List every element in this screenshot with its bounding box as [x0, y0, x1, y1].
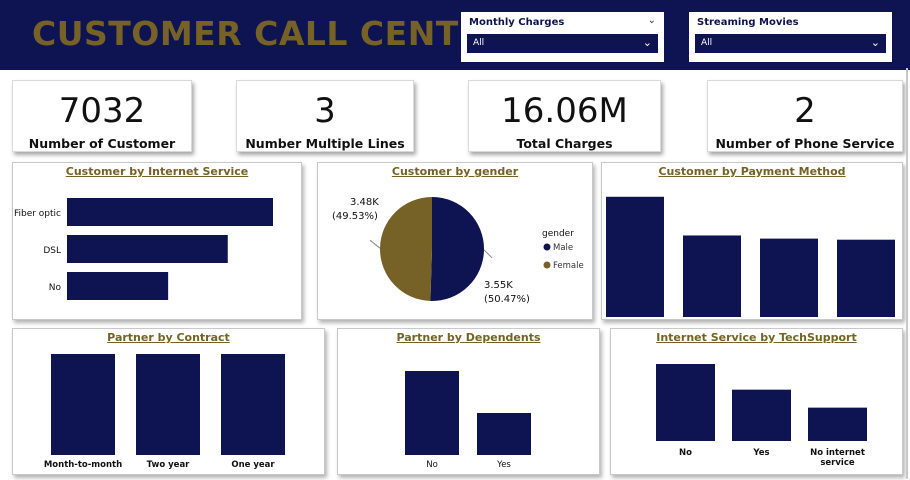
bar-category-label: service	[820, 458, 855, 468]
legend-marker	[543, 243, 551, 251]
bar-category-label: No	[49, 283, 62, 293]
bar	[67, 198, 273, 226]
slice-percent-label: (49.53%)	[332, 211, 378, 222]
header-bar: CUSTOMER CALL CENTRE Monthly Charges ⌄ A…	[0, 0, 910, 70]
bar	[760, 238, 818, 317]
kpi-card-multiple-lines: 3 Number Multiple Lines	[236, 80, 414, 152]
legend-title: gender	[542, 229, 574, 239]
slicer-monthly-charges[interactable]: Monthly Charges ⌄ All ⌄	[461, 12, 664, 62]
legend-marker	[543, 261, 551, 269]
chevron-down-icon[interactable]: ⌄	[643, 36, 652, 49]
bar	[405, 371, 459, 455]
bar-category-label: DSL	[43, 246, 61, 256]
kpi-label: Number of Customer	[28, 136, 176, 151]
bar-category-label: No	[426, 460, 438, 470]
bar	[67, 272, 169, 300]
legend-item: Female	[553, 261, 584, 271]
bar-category-label: No	[679, 448, 692, 458]
kpi-label: Number Multiple Lines	[245, 136, 405, 151]
chart-title: Customer by Payment Method	[658, 165, 846, 178]
partner-dependents-bar-chart: No Yes	[405, 371, 531, 470]
slicer-label: Streaming Movies	[697, 17, 799, 28]
chevron-down-icon[interactable]: ⌄	[648, 15, 656, 26]
slicer-label: Monthly Charges	[469, 17, 565, 28]
page-title: CUSTOMER CALL CENTRE	[32, 14, 508, 53]
kpi-value: 16.06M	[501, 91, 628, 131]
kpi-card-total-charges: 16.06M Total Charges	[468, 80, 661, 152]
internet-service-bar-chart: Fiber optic DSL No	[14, 198, 273, 300]
dropdown-value: All	[701, 38, 713, 48]
bar-category-label: Yes	[752, 448, 769, 458]
bar	[606, 196, 664, 317]
bar-category-label: Month-to-month	[44, 460, 122, 470]
chart-techsupport: Internet Service by TechSupport No Yes No …	[610, 328, 903, 475]
leader-line	[483, 249, 493, 259]
kpi-value: 3	[314, 91, 336, 131]
chart-title: Customer by Internet Service	[65, 165, 249, 178]
slicer-streaming-movies[interactable]: Streaming Movies All ⌄	[689, 12, 892, 62]
payment-method-bar-chart	[606, 196, 895, 317]
chevron-down-icon[interactable]: ⌄	[871, 36, 880, 49]
chart-partner-dependents: Partner by Dependents No Yes	[337, 328, 600, 475]
dropdown-streaming-movies[interactable]: All ⌄	[695, 34, 886, 53]
gender-pie-chart: 3.55K (50.47%) 3.48K (49.53%) gender Male Fema…	[332, 197, 584, 305]
chart-payment-method: Customer by Payment Method	[601, 162, 903, 320]
dropdown-value: All	[473, 38, 485, 48]
chart-title: Partner by Dependents	[396, 331, 541, 344]
bar-category-label: Two year	[147, 460, 191, 470]
bar-category-label: No internet	[810, 448, 865, 458]
bar-category-label: One year	[231, 460, 275, 470]
chart-internet-service: Customer by Internet Service Fiber optic…	[12, 162, 302, 320]
chart-title: Customer by gender	[391, 165, 519, 178]
chart-title: Partner by Contract	[107, 331, 230, 344]
kpi-card-phone-service: 2 Number of Phone Service	[707, 80, 903, 152]
techsupport-bar-chart: No Yes No internetservice	[656, 364, 867, 468]
bar	[477, 413, 531, 455]
bar	[837, 239, 895, 317]
bar	[67, 235, 228, 263]
pie-slice	[430, 197, 485, 301]
bar-category-label: Yes	[496, 460, 511, 470]
kpi-card-customers: 7032 Number of Customer	[12, 80, 192, 152]
dropdown-monthly-charges[interactable]: All ⌄	[467, 34, 658, 53]
slice-percent-label: (50.47%)	[484, 294, 530, 305]
chart-partner-contract: Partner by Contract Month-to-month Two ye…	[12, 328, 325, 475]
kpi-label: Total Charges	[516, 136, 613, 151]
chart-title: Internet Service by TechSupport	[656, 331, 857, 344]
leader-line	[369, 239, 381, 249]
bar	[683, 235, 741, 317]
pie-slice	[380, 197, 432, 301]
partner-contract-bar-chart: Month-to-month Two year One year	[44, 354, 285, 470]
kpi-value: 7032	[58, 91, 146, 131]
bar	[656, 364, 715, 441]
kpi-value: 2	[794, 91, 816, 131]
bar-category-label: Fiber optic	[14, 209, 61, 219]
chart-gender: Customer by gender 3.55K (50.47%) 3.48K (49…	[317, 162, 593, 320]
page-border	[906, 68, 908, 479]
bar	[221, 354, 285, 455]
bar	[808, 407, 867, 441]
legend-item: Male	[553, 243, 573, 253]
bar	[51, 354, 115, 455]
bar	[136, 354, 200, 455]
kpi-label: Number of Phone Service	[715, 136, 895, 151]
slice-value-label: 3.48K	[350, 197, 379, 208]
slice-value-label: 3.55K	[484, 280, 513, 291]
bar	[732, 389, 791, 441]
